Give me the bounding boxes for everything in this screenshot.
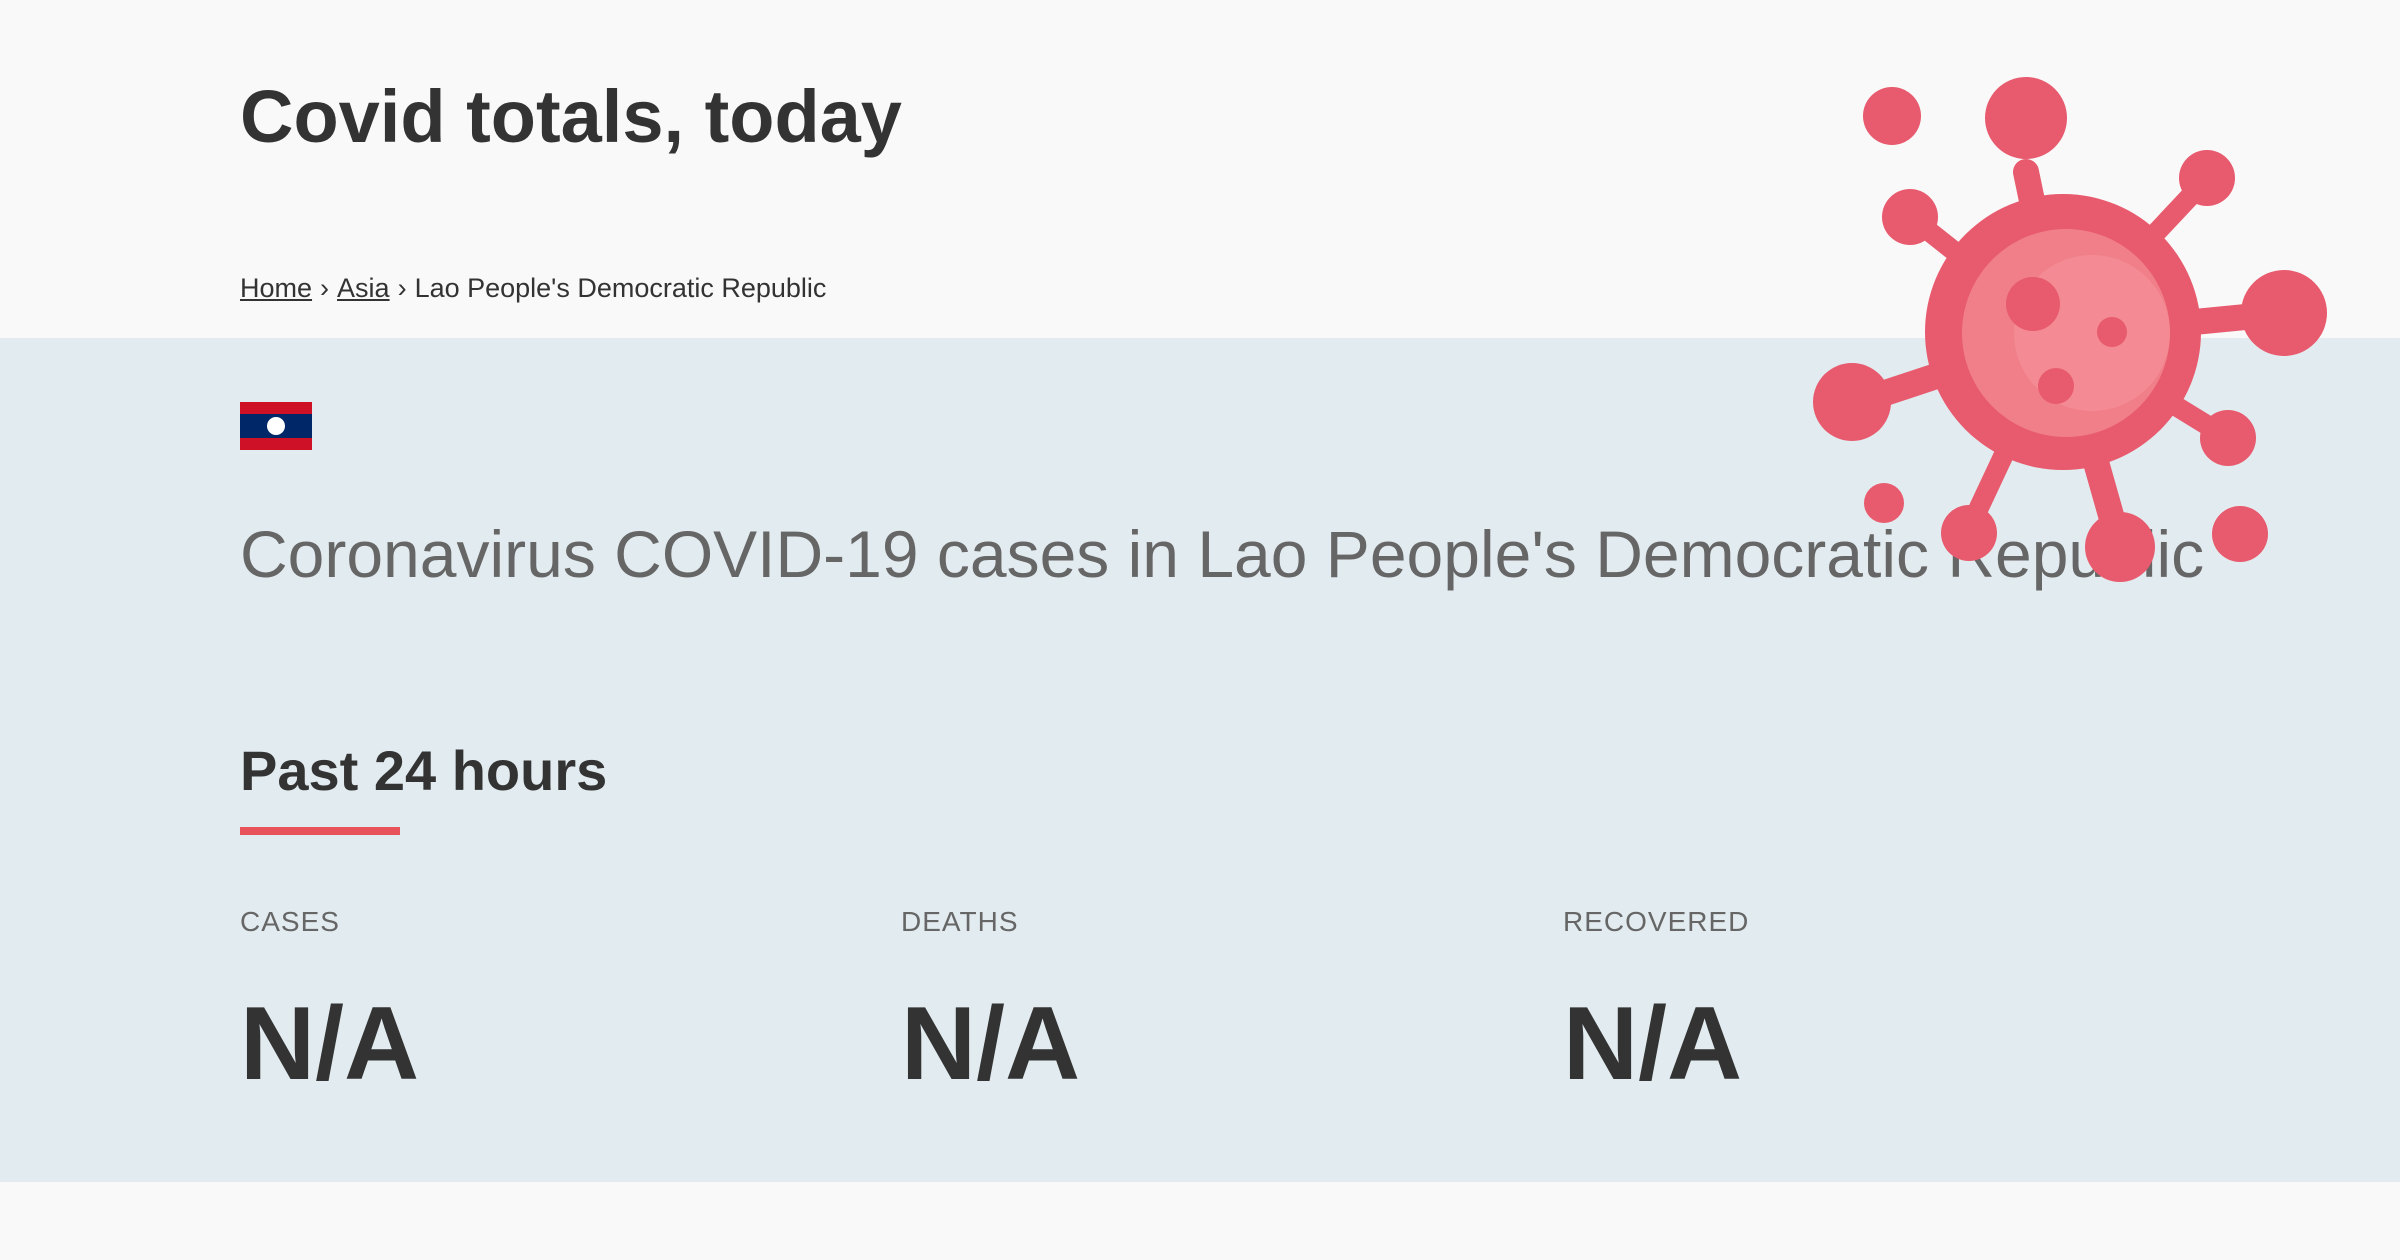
stat-recovered-value: N/A bbox=[1563, 986, 1743, 1102]
breadcrumb-region-link[interactable]: Asia bbox=[337, 273, 390, 303]
breadcrumb-current: Lao People's Democratic Republic bbox=[414, 273, 827, 303]
stat-deaths-label: DEATHS bbox=[901, 906, 1019, 937]
coronavirus-icon bbox=[1813, 77, 2327, 582]
laos-flag-icon bbox=[240, 402, 312, 450]
stat-cases-label: CASES bbox=[240, 906, 340, 937]
stat-cases-value: N/A bbox=[240, 986, 420, 1102]
site-title: Covid totals, today bbox=[240, 75, 902, 158]
title-underline bbox=[240, 827, 400, 835]
stat-recovered-label: RECOVERED bbox=[1563, 906, 1750, 937]
breadcrumb-separator: › bbox=[320, 273, 330, 303]
page: Covid totals, today Home › Asia › Lao People… bbox=[0, 0, 2400, 1260]
breadcrumb-home-link[interactable]: Home bbox=[240, 273, 312, 303]
flag-white-disc bbox=[267, 417, 285, 435]
stat-deaths-value: N/A bbox=[901, 986, 1081, 1102]
period-title: Past 24 hours bbox=[240, 739, 608, 802]
breadcrumb-separator: › bbox=[397, 273, 407, 303]
breadcrumb: Home › Asia › Lao People's Democratic Republ… bbox=[240, 268, 826, 308]
